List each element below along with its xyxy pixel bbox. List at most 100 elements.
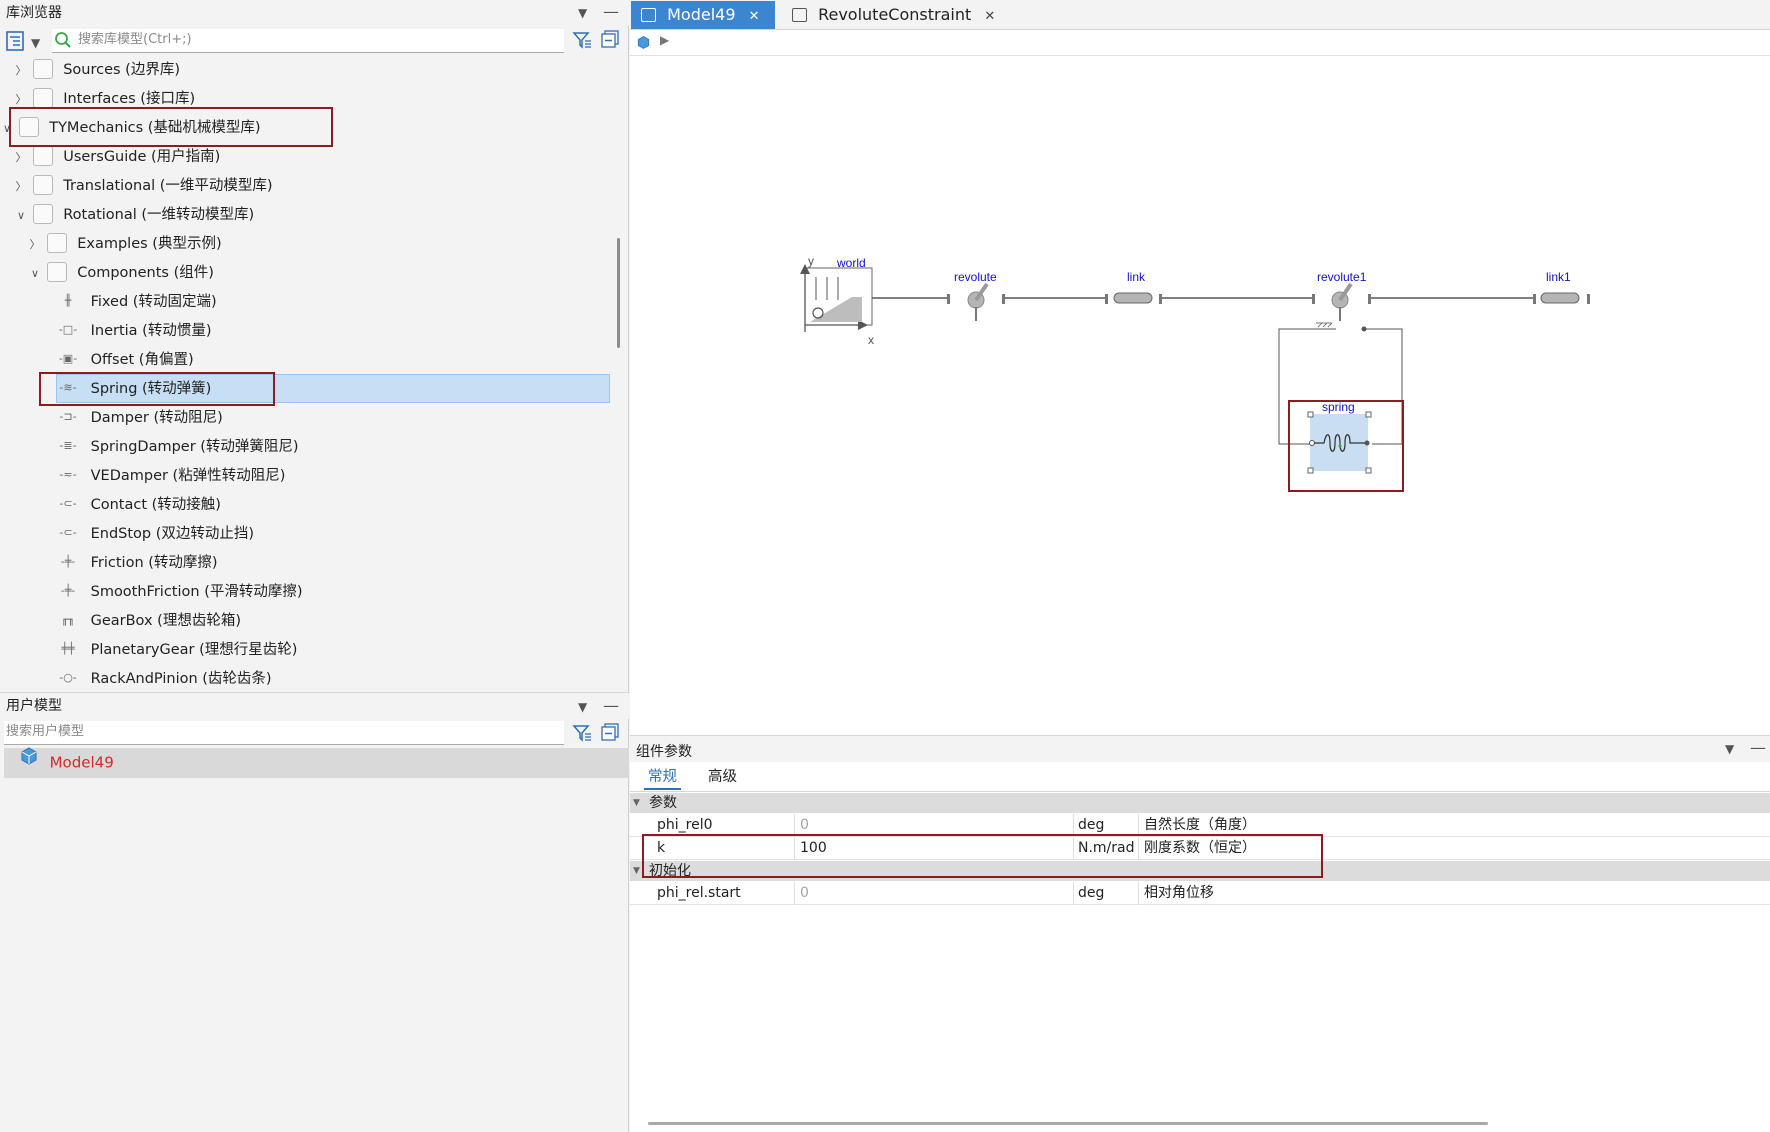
tab-advanced[interactable]: 高级 bbox=[704, 766, 741, 790]
link-component[interactable] bbox=[1113, 292, 1153, 304]
tree-item-components[interactable]: ∨ Components (组件) bbox=[28, 259, 214, 288]
tree-item-label: EndStop (双边转动止挡) bbox=[90, 526, 255, 542]
tree-item-damper[interactable]: -⊐- Damper (转动阻尼) bbox=[56, 404, 222, 433]
tree-item-springdamper[interactable]: -≣- SpringDamper (转动弹簧阻尼) bbox=[56, 433, 298, 462]
panel-menu-chevron-icon[interactable]: ▼ bbox=[578, 700, 587, 714]
flange-port[interactable] bbox=[1587, 294, 1590, 304]
panel-menu-chevron-icon[interactable]: ▼ bbox=[578, 6, 587, 20]
user-model-search-input[interactable]: 搜索用户模型 bbox=[4, 721, 564, 745]
tree-item-label: VEDamper (粘弹性转动阻尼) bbox=[90, 468, 286, 484]
examples-icon bbox=[46, 233, 67, 253]
diagram-canvas[interactable]: y x world revolute link revolute1 link1 … bbox=[630, 57, 1770, 734]
tree-item-rackandpinion[interactable]: -○- RackAndPinion (齿轮齿条) bbox=[56, 665, 271, 686]
tree-item-offset[interactable]: -▣- Offset (角偏置) bbox=[56, 346, 194, 375]
diagram-svg[interactable]: y x world revolute link revolute1 link1 … bbox=[630, 57, 1770, 734]
tree-view-icon[interactable] bbox=[5, 30, 27, 52]
tree-item-planetarygear[interactable]: ╪╪ PlanetaryGear (理想行星齿轮) bbox=[56, 636, 297, 665]
panel-minimize-icon[interactable]: — bbox=[1750, 738, 1766, 757]
user-models-header: 用户模型 bbox=[0, 693, 629, 719]
filter-icon[interactable] bbox=[572, 723, 592, 747]
tree-item-contact[interactable]: -⊂- Contact (转动接触) bbox=[56, 491, 221, 520]
user-models-title: 用户模型 bbox=[6, 698, 62, 714]
model-cube-icon[interactable] bbox=[636, 35, 651, 54]
tree-item-label: Translational (一维平动模型库) bbox=[63, 178, 273, 194]
tree-item-fixed[interactable]: ╫ Fixed (转动固定端) bbox=[56, 288, 217, 317]
flange-port[interactable] bbox=[947, 294, 950, 304]
tree-item-sources[interactable]: 〉 Sources (边界库) bbox=[14, 56, 180, 85]
tree-item-inertia[interactable]: -□- Inertia (转动惯量) bbox=[56, 317, 212, 346]
expand-arrow-icon[interactable]: 〉 bbox=[14, 172, 28, 201]
tab-model49[interactable]: Model49 ✕ bbox=[631, 1, 775, 29]
revolute-label: revolute bbox=[954, 270, 997, 284]
panel-minimize-icon[interactable]: — bbox=[603, 2, 619, 21]
close-icon[interactable]: ✕ bbox=[984, 9, 995, 24]
smooth-friction-icon: -╪- bbox=[60, 584, 76, 597]
expand-arrow-icon[interactable]: 〉 bbox=[14, 143, 28, 172]
tab-revoluteconstraint[interactable]: RevoluteConstraint ✕ bbox=[782, 1, 1005, 29]
collapse-arrow-icon[interactable]: ∨ bbox=[28, 259, 42, 288]
library-tree: 〉 Sources (边界库) 〉 Interfaces (接口库) ∨ TYM… bbox=[0, 56, 610, 686]
world-component[interactable] bbox=[800, 264, 947, 332]
collapse-all-icon[interactable] bbox=[601, 723, 619, 745]
collapse-arrow-icon[interactable]: ▼ bbox=[633, 861, 640, 881]
world-label: world bbox=[836, 256, 866, 270]
tree-item-endstop[interactable]: -⊂- EndStop (双边转动止挡) bbox=[56, 520, 254, 549]
tree-item-label: Contact (转动接触) bbox=[90, 497, 221, 513]
param-group-header[interactable]: ▼ 参数 bbox=[630, 793, 1770, 813]
tree-item-label: UsersGuide (用户指南) bbox=[63, 149, 221, 165]
collapse-arrow-icon[interactable]: ∨ bbox=[14, 201, 28, 230]
tree-item-smoothfriction[interactable]: -╪- SmoothFriction (平滑转动摩擦) bbox=[56, 578, 303, 607]
tree-item-translational[interactable]: 〉 Translational (一维平动模型库) bbox=[14, 172, 273, 201]
flange-port[interactable] bbox=[1105, 294, 1108, 304]
tree-item-label: Components (组件) bbox=[77, 265, 214, 281]
horizontal-scrollbar[interactable] bbox=[648, 1122, 1488, 1125]
tab-general[interactable]: 常规 bbox=[644, 766, 681, 790]
offset-icon: -▣- bbox=[58, 352, 78, 365]
tree-item-label: Interfaces (接口库) bbox=[63, 91, 196, 107]
tree-item-gearbox[interactable]: ╓╖ GearBox (理想齿轮箱) bbox=[56, 607, 241, 636]
flange-port[interactable] bbox=[1002, 294, 1005, 304]
panel-menu-chevron-icon[interactable]: ▼ bbox=[1725, 742, 1734, 756]
damper-icon: -⊐- bbox=[59, 410, 77, 423]
user-model-item-model49[interactable]: Model49 bbox=[4, 746, 629, 778]
tree-item-vedamper[interactable]: -≂- VEDamper (粘弹性转动阻尼) bbox=[56, 462, 285, 491]
tree-view-dropdown-icon[interactable]: ▼ bbox=[31, 36, 40, 50]
inertia-icon: -□- bbox=[58, 323, 78, 336]
breadcrumb-arrow-icon[interactable]: ▶ bbox=[660, 33, 669, 47]
flange-port[interactable] bbox=[1368, 294, 1371, 304]
component-params-title: 组件参数 bbox=[636, 744, 692, 760]
param-unit[interactable]: deg bbox=[1078, 882, 1140, 905]
collapse-all-icon[interactable] bbox=[601, 30, 619, 52]
tree-item-label: SmoothFriction (平滑转动摩擦) bbox=[90, 584, 303, 600]
tree-item-rotational[interactable]: ∨ Rotational (一维转动模型库) bbox=[14, 201, 254, 230]
endstop-icon: -⊂- bbox=[59, 526, 77, 539]
model-cube-icon bbox=[19, 746, 39, 777]
param-group-label: 参数 bbox=[649, 795, 677, 811]
tree-item-usersguide[interactable]: 〉 UsersGuide (用户指南) bbox=[14, 143, 220, 172]
tree-item-label: Inertia (转动惯量) bbox=[90, 323, 212, 339]
rack-pinion-icon: -○- bbox=[59, 671, 77, 684]
expand-arrow-icon[interactable]: 〉 bbox=[28, 230, 42, 259]
tree-item-friction[interactable]: -╪- Friction (转动摩擦) bbox=[56, 549, 218, 578]
flange-port[interactable] bbox=[1533, 294, 1536, 304]
revolute1-component[interactable] bbox=[1316, 282, 1353, 328]
flange-port[interactable] bbox=[1312, 294, 1315, 304]
panel-minimize-icon[interactable]: — bbox=[603, 696, 619, 715]
tree-item-examples[interactable]: 〉 Examples (典型示例) bbox=[28, 230, 222, 259]
tree-scrollbar[interactable] bbox=[617, 238, 620, 348]
revolute-component[interactable] bbox=[967, 282, 989, 321]
close-icon[interactable]: ✕ bbox=[749, 9, 760, 24]
flange-port[interactable] bbox=[1159, 294, 1162, 304]
spring-damper-icon: -≣- bbox=[59, 439, 77, 452]
param-value-input[interactable]: 0 bbox=[800, 882, 1075, 905]
library-search-input[interactable]: 搜索库模型(Ctrl+;) bbox=[52, 29, 564, 53]
divider bbox=[1073, 882, 1074, 905]
link1-component[interactable] bbox=[1540, 292, 1580, 304]
friction-icon: -╪- bbox=[60, 555, 76, 568]
model-tab-icon bbox=[792, 7, 807, 22]
filter-icon[interactable] bbox=[572, 30, 592, 54]
tab-label: 常规 bbox=[648, 769, 677, 785]
collapse-arrow-icon[interactable]: ▼ bbox=[633, 793, 640, 813]
expand-arrow-icon[interactable]: 〉 bbox=[14, 56, 28, 85]
tab-label: RevoluteConstraint bbox=[818, 5, 972, 24]
